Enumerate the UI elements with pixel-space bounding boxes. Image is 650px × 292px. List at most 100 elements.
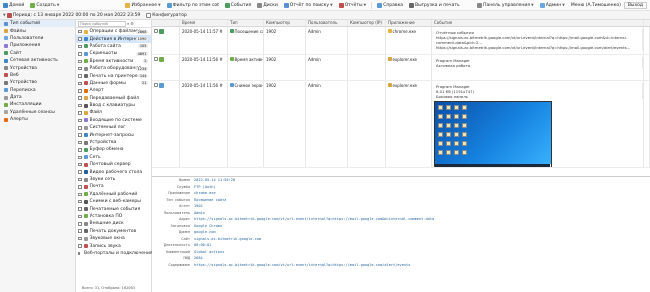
detail-value[interactable]: https://signals-ac.bitmetrik.google.com/… [194, 263, 410, 267]
settings-icon[interactable]: ⚙ [130, 21, 134, 26]
event-type-item[interactable]: Запись звука [76, 242, 151, 249]
event-type-checkbox[interactable] [78, 162, 82, 167]
sidebar-item[interactable]: Пользователи [0, 35, 75, 42]
event-type-checkbox[interactable] [78, 59, 82, 63]
event-type-item[interactable]: Передаваемый файл [76, 95, 151, 102]
event-type-checkbox[interactable] [78, 111, 82, 115]
table-header-cell[interactable]: Событие [432, 20, 644, 26]
events-menu[interactable]: События [222, 1, 254, 10]
event-type-checkbox[interactable] [78, 126, 82, 130]
event-type-item[interactable]: Установка ПО [76, 213, 151, 220]
event-type-checkbox[interactable] [78, 199, 82, 204]
event-type-item[interactable]: Звуковые окна [76, 235, 151, 242]
search-icon[interactable]: ⌕ [127, 21, 129, 26]
control-panel-menu[interactable]: Панель управления ▼ [474, 1, 537, 10]
event-type-checkbox[interactable] [78, 103, 82, 108]
sidebar-item[interactable]: Алерты [0, 116, 75, 123]
create-menu[interactable]: Создать ▼ [27, 1, 62, 10]
logout-button[interactable]: Выход [623, 1, 647, 9]
event-type-item[interactable]: Видео рабочего стола [76, 168, 151, 175]
event-type-search-input[interactable] [78, 20, 126, 27]
sidebar-item[interactable]: Устройства [0, 64, 75, 71]
admin-menu[interactable]: Админ ▼ [537, 1, 568, 10]
event-type-checkbox[interactable] [78, 148, 82, 152]
sidebar-item[interactable]: Инсталляции [0, 101, 75, 108]
event-type-checkbox[interactable] [78, 81, 82, 86]
event-type-item[interactable]: Почтовый сервер [76, 161, 151, 168]
event-type-item[interactable]: Ввод с клавиатуры [76, 102, 151, 109]
event-type-item[interactable]: Интернет-запросы [76, 131, 151, 138]
event-type-item[interactable]: Операции с файлами 2868 [76, 28, 151, 35]
sidebar-item[interactable]: Сайт [0, 50, 75, 57]
event-type-checkbox[interactable] [78, 29, 82, 34]
event-type-item[interactable]: Веб-порталы и подключения [76, 250, 153, 257]
reports-menu[interactable]: Отчёты ▼ [336, 1, 369, 10]
table-header-cell[interactable]: Компьютер (IP) [348, 20, 386, 26]
sidebar-item[interactable]: Устройство [0, 79, 75, 86]
event-type-item[interactable]: Сеть [76, 154, 151, 161]
event-type-item[interactable]: Скриншоты 4891 [76, 50, 151, 57]
row-select-cell[interactable] [152, 55, 180, 80]
period-filter[interactable]: ▼ Период: с 13 января 2022 00:00 по 20 ма… [0, 11, 143, 20]
sidebar-item[interactable]: Файлы [0, 27, 75, 34]
table-header-select[interactable] [152, 20, 180, 26]
row-select-cell[interactable] [152, 27, 180, 54]
event-type-item[interactable]: Системный лог [76, 124, 151, 131]
event-type-checkbox[interactable] [78, 185, 82, 189]
event-type-checkbox[interactable] [78, 236, 82, 241]
help-menu[interactable]: Справка [374, 1, 406, 10]
event-type-checkbox[interactable] [78, 44, 82, 49]
event-type-checkbox[interactable] [78, 96, 82, 100]
detail-value[interactable]: https://signals-ac.bitmetrik.google.com/… [194, 217, 434, 221]
event-type-item[interactable]: Входящие по системе [76, 117, 151, 124]
event-type-item[interactable]: Печать документов [76, 228, 151, 235]
row-checkbox[interactable] [154, 57, 158, 61]
configurator-toggle[interactable]: Конфигуратор [143, 11, 190, 20]
sidebar-item[interactable]: Тип событий [0, 20, 75, 28]
screenshot-thumbnail[interactable] [434, 100, 552, 167]
favorites-menu[interactable]: Избранное ▼ [122, 1, 163, 10]
table-header-cell[interactable]: Пользователь [306, 20, 348, 26]
event-type-checkbox[interactable] [78, 140, 82, 145]
event-type-checkbox[interactable] [78, 207, 82, 211]
event-type-item[interactable]: Алерт [76, 87, 151, 94]
event-type-checkbox[interactable] [78, 89, 82, 93]
event-type-item[interactable]: Работа сайта 105 [76, 43, 151, 50]
table-header-cell[interactable]: Приложение [386, 20, 432, 26]
event-type-checkbox[interactable] [78, 170, 82, 174]
sidebar-item[interactable]: Веб [0, 72, 75, 79]
table-header-cell[interactable]: Компьютер [264, 20, 306, 26]
event-type-item[interactable]: Время активности 2 [76, 58, 151, 65]
event-type-checkbox[interactable] [78, 133, 82, 137]
event-type-checkbox[interactable] [78, 229, 82, 233]
event-type-item[interactable]: Файл [76, 109, 151, 116]
event-type-checkbox[interactable] [78, 222, 82, 226]
event-type-item[interactable]: Устройства [76, 139, 151, 146]
event-type-item[interactable]: Звуки сеть [76, 176, 151, 183]
event-type-item[interactable]: Работа оборудования 1234 [76, 65, 151, 72]
row-checkbox[interactable] [154, 83, 158, 87]
sidebar-item[interactable]: Переписка [0, 87, 75, 94]
event-type-item[interactable]: Удалённый рабочий [76, 191, 151, 198]
event-type-checkbox[interactable] [78, 177, 82, 182]
search-report-menu[interactable]: Отчёт по поиску ▼ [281, 1, 336, 10]
sidebar-item[interactable]: Удалённые сеансы [0, 109, 75, 116]
event-type-checkbox[interactable] [78, 74, 82, 78]
event-type-checkbox[interactable] [78, 244, 82, 248]
table-row[interactable]: 2020-05-14 11:57 # Посещение сайта1902Adm… [152, 27, 650, 55]
sidebar-item[interactable]: Сетевая активность [0, 57, 75, 64]
event-type-checkbox[interactable] [78, 52, 82, 56]
event-type-item[interactable]: Печатаемые события [76, 205, 151, 212]
event-type-checkbox[interactable] [78, 192, 82, 197]
sidebar-item[interactable]: Приложения [0, 42, 75, 49]
row-checkbox[interactable] [154, 29, 158, 33]
table-row[interactable]: 2020-05-14 11:56 # Время активности1902Ad… [152, 55, 650, 81]
event-type-item[interactable]: Снимки с веб-камеры [76, 198, 151, 205]
event-type-checkbox[interactable] [78, 214, 82, 219]
event-type-checkbox[interactable] [78, 66, 82, 71]
events-filter-menu[interactable]: Фильтр по этим событиям [164, 1, 222, 10]
event-type-item[interactable]: Внешние диск [76, 220, 151, 227]
table-header-cell[interactable]: Время [180, 20, 228, 26]
table-header-cell[interactable]: Тип [228, 20, 264, 26]
event-type-item[interactable]: Данные формы 21 [76, 80, 151, 87]
